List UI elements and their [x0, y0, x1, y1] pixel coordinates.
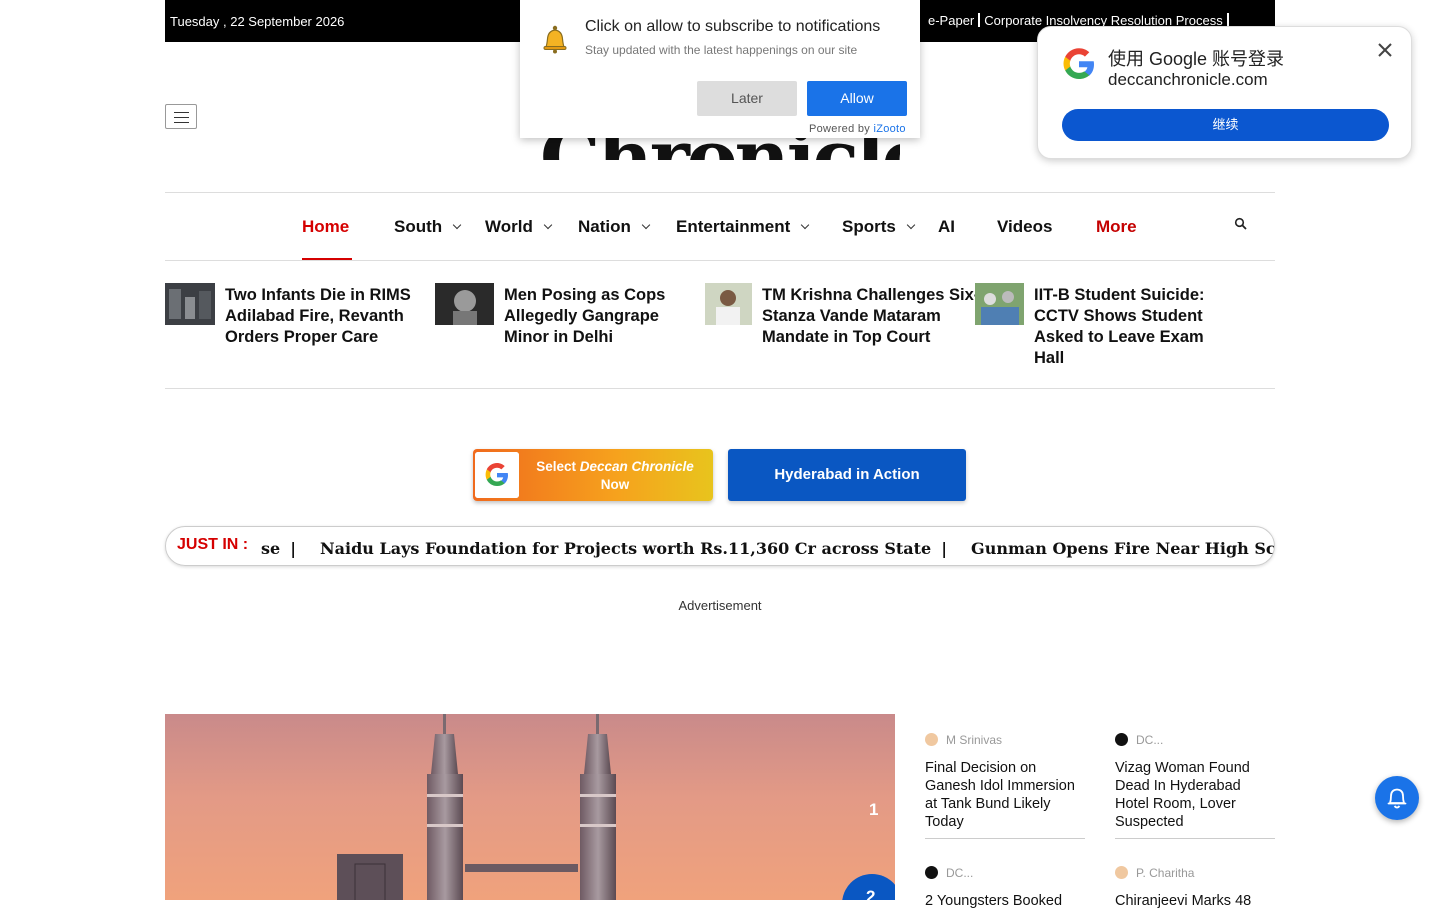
google-signin-prompt: 使用 Google 账号登录 deccanchronicle.com 继续 — [1037, 26, 1412, 159]
google-icon — [1063, 48, 1094, 79]
current-date: Tuesday , 22 September 2026 — [170, 14, 345, 29]
nav-item-world[interactable]: World — [485, 217, 553, 237]
close-icon[interactable] — [1376, 41, 1394, 59]
divider — [925, 838, 1085, 839]
divider — [165, 192, 1275, 193]
menu-icon[interactable] — [165, 104, 197, 129]
separator: | — [941, 539, 948, 558]
story-author: DC... — [1115, 733, 1163, 747]
story-author: P. Charitha — [1115, 866, 1194, 880]
powered-by: Powered by iZooto — [809, 123, 906, 135]
bell-icon — [1387, 788, 1407, 809]
avatar — [925, 866, 938, 879]
google-icon — [475, 452, 519, 498]
chevron-down-icon — [801, 220, 810, 230]
separator — [978, 13, 981, 27]
story-author: DC... — [925, 866, 973, 880]
story-title[interactable]: TM Krishna Challenges Six-Stanza Vande M… — [762, 285, 980, 348]
just-in-ticker: JUST IN : se | Naidu Lays Foundation for P… — [165, 526, 1275, 566]
just-in-label: JUST IN : — [177, 536, 249, 553]
later-button[interactable]: Later — [697, 81, 797, 116]
chevron-down-icon — [641, 220, 651, 230]
divider — [1115, 838, 1275, 839]
chevron-down-icon — [906, 220, 916, 230]
story-title[interactable]: Men Posing as Cops Allegedly Gangrape Mi… — [504, 285, 694, 348]
story-title[interactable]: Vizag Woman Found Dead In Hyderabad Hote… — [1115, 759, 1275, 831]
nav-item-videos[interactable]: Videos — [997, 217, 1052, 237]
story-author: M Srinivas — [925, 733, 1002, 747]
ticker-item[interactable]: Naidu Lays Foundation for Projects worth… — [320, 539, 931, 558]
story-thumbnail — [975, 283, 1024, 325]
story-thumbnail — [705, 283, 752, 325]
divider — [165, 388, 1275, 389]
separator: | — [290, 539, 297, 558]
hyderabad-in-action-button[interactable]: Hyderabad in Action — [728, 449, 966, 501]
hero-slider[interactable]: 1 2 — [165, 714, 895, 900]
nav-item-ai[interactable]: AI — [938, 217, 955, 237]
chevron-down-icon — [452, 220, 462, 230]
slide-1-indicator[interactable]: 1 — [869, 800, 878, 820]
select-source-label: Select Deccan Chronicle Now — [536, 459, 694, 492]
epaper-link[interactable]: e-Paper — [928, 13, 974, 28]
nav-item-sports[interactable]: Sports — [842, 217, 916, 237]
nav-item-more[interactable]: More — [1096, 217, 1137, 237]
separator — [1226, 13, 1229, 27]
nav-item-nation[interactable]: Nation — [578, 217, 651, 237]
bell-icon — [543, 25, 567, 54]
notification-permission-popup: Click on allow to subscribe to notificat… — [520, 0, 920, 138]
popup-subtitle: Stay updated with the latest happenings … — [585, 43, 858, 57]
hero-image — [337, 714, 616, 900]
story-title[interactable]: IIT-B Student Suicide: CCTV Shows Studen… — [1034, 285, 1234, 369]
allow-button[interactable]: Allow — [807, 81, 907, 116]
nav-item-south[interactable]: South — [394, 217, 462, 237]
ticker-item[interactable]: Gunman Opens Fire Near High School In — [971, 539, 1274, 558]
avatar — [1115, 733, 1128, 746]
nav-item-entertainment[interactable]: Entertainment — [676, 217, 810, 237]
divider — [165, 260, 1275, 261]
story-thumbnail — [165, 283, 215, 325]
advertisement-label: Advertisement — [678, 598, 762, 613]
avatar — [925, 733, 938, 746]
story-title[interactable]: 2 Youngsters Booked — [925, 892, 1085, 910]
search-icon[interactable] — [1234, 217, 1248, 231]
popup-title: Click on allow to subscribe to notificat… — [585, 18, 881, 35]
notification-bell-button[interactable] — [1375, 776, 1419, 820]
nav-item-home[interactable]: Home — [302, 217, 349, 237]
chevron-down-icon — [543, 220, 553, 230]
story-title[interactable]: Final Decision on Ganesh Idol Immersion … — [925, 759, 1085, 831]
signin-title: 使用 Google 账号登录 — [1108, 49, 1285, 69]
story-title[interactable]: Two Infants Die in RIMS Adilabad Fire, R… — [225, 285, 430, 348]
ticker-track: se | Naidu Lays Foundation for Projects wo… — [261, 539, 1274, 558]
continue-button[interactable]: 继续 — [1062, 109, 1389, 141]
ticker-item[interactable]: se — [261, 539, 280, 558]
story-thumbnail — [435, 283, 494, 325]
story-title[interactable]: Chiranjeevi Marks 48 — [1115, 892, 1275, 910]
avatar — [1115, 866, 1128, 879]
select-google-source-button[interactable]: Select Deccan Chronicle Now — [473, 449, 713, 501]
signin-domain: deccanchronicle.com — [1108, 70, 1268, 89]
